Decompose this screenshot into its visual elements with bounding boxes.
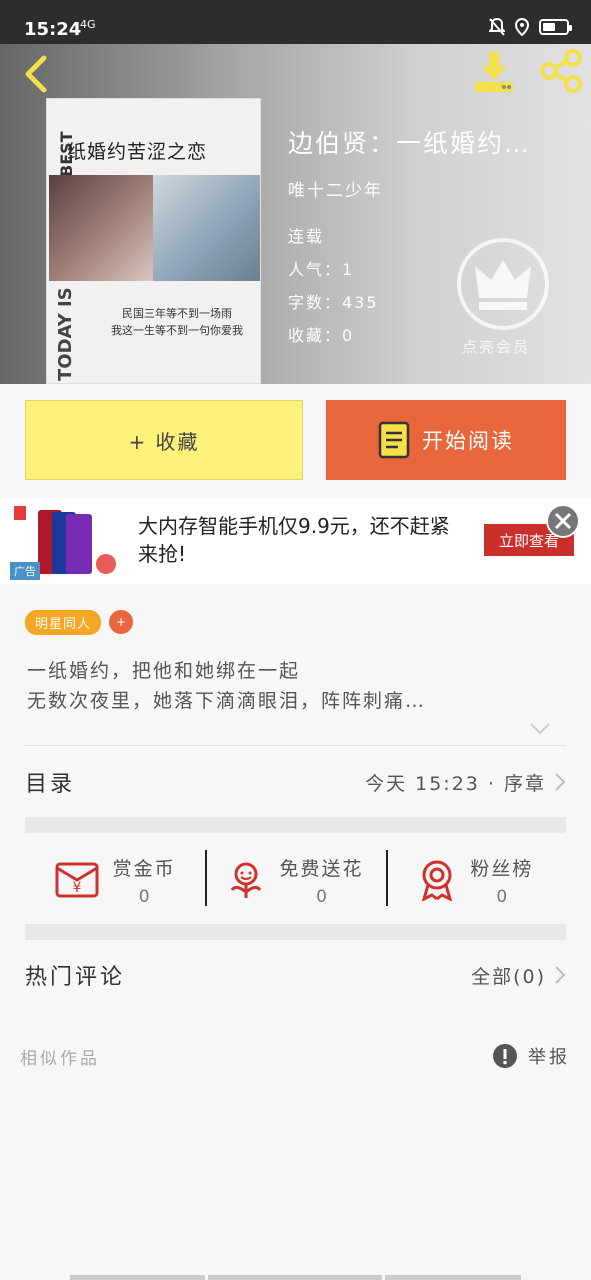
book-status: 连载 (288, 227, 325, 246)
comments-row[interactable]: 热门评论 全部(0) (25, 945, 566, 1005)
reward-stats: ¥ 赏金币 0 免费送花 0 粉丝榜 0 (25, 836, 566, 924)
toc-label: 目录 (25, 772, 76, 797)
book-info: 边伯贤：一纸婚约… 唯十二少年 连载 人气：1 字数：435 收藏：0 (288, 124, 578, 355)
stat-coins-name: 赏金币 (112, 857, 176, 880)
cover-photo-right (153, 175, 260, 281)
book-icon (378, 421, 410, 459)
ad-text: 大内存智能手机仅9.9元，还不赶紧来抢! (138, 514, 450, 566)
crown-icon[interactable] (455, 236, 551, 332)
start-reading-button[interactable]: 开始阅读 (326, 400, 566, 480)
battery-icon (539, 19, 572, 35)
download-icon[interactable] (471, 48, 517, 94)
stat-coins[interactable]: ¥ 赏金币 0 (25, 836, 205, 924)
cover-title: 纸婚约苦涩之恋 (67, 141, 208, 163)
share-icon[interactable] (539, 48, 583, 94)
book-header: BEST 纸婚约苦涩之恋 TODAY IS 民国三年等不到一场雨 我这一生等不到… (0, 44, 591, 384)
chevron-down-icon[interactable] (529, 722, 551, 736)
flower-icon (231, 862, 262, 898)
favorite-button[interactable]: + 收藏 (25, 400, 303, 480)
stat-fans-value: 0 (496, 886, 508, 907)
bell-off-icon (489, 18, 505, 36)
ad-banner[interactable]: 广告 大内存智能手机仅9.9元，还不赶紧来抢! 立即查看 (0, 498, 591, 584)
nav-hint (208, 1275, 382, 1280)
similar-works-label: 相似作品 (20, 1049, 100, 1069)
nav-hint (385, 1275, 521, 1280)
tag-list: 明星同人 + (25, 610, 134, 635)
stat-flowers[interactable]: 免费送花 0 (205, 836, 385, 924)
toc-latest-wrap: 今天 15:23 · 序章 (365, 769, 566, 796)
book-intro: 一纸婚约，把他和她绑在一起 无数次夜里，她落下滴滴眼泪，阵阵刺痛… (27, 660, 427, 712)
report-button[interactable]: 举报 (492, 1043, 570, 1069)
status-bar: 15:24 4G (0, 0, 591, 44)
comments-all-wrap: 全部(0) (471, 962, 566, 989)
location-icon (515, 18, 529, 36)
close-icon[interactable] (546, 504, 580, 538)
comments-all: 全部(0) (471, 965, 546, 988)
report-label: 举报 (528, 1047, 570, 1068)
alert-icon (493, 1044, 517, 1068)
add-tag-button[interactable]: + (109, 610, 134, 634)
cover-photo-left (49, 175, 153, 281)
header-actions (471, 48, 583, 94)
book-title: 边伯贤：一纸婚约… (288, 129, 532, 158)
toc-latest: 今天 15:23 · 序章 (365, 772, 546, 795)
toc-row[interactable]: 目录 今天 15:23 · 序章 (25, 752, 566, 812)
stat-fans[interactable]: 粉丝榜 0 (385, 836, 566, 924)
network-label: 4G (80, 18, 96, 31)
book-favorites: 收藏：0 (288, 326, 355, 345)
section-separator (25, 924, 566, 940)
stat-fans-name: 粉丝榜 (470, 857, 534, 880)
back-icon[interactable] (18, 54, 58, 94)
red-envelope-icon: ¥ (55, 862, 99, 898)
section-separator (25, 817, 566, 833)
action-bar: + 收藏 开始阅读 (0, 384, 591, 494)
svg-text:¥: ¥ (72, 880, 81, 896)
category-tag[interactable]: 明星同人 (25, 610, 102, 635)
cover-side-text-bottom: TODAY IS (55, 287, 76, 381)
book-cover: BEST 纸婚约苦涩之恋 TODAY IS 民国三年等不到一场雨 我这一生等不到… (46, 98, 261, 384)
stat-flowers-name: 免费送花 (279, 857, 364, 880)
status-icons (489, 18, 572, 36)
nav-hint (70, 1275, 205, 1280)
start-reading-label: 开始阅读 (422, 429, 514, 453)
status-time: 15:24 (24, 19, 82, 40)
cover-poem: 民国三年等不到一场雨 我这一生等不到一句你爱我 (111, 307, 243, 337)
divider (25, 745, 566, 746)
stat-coins-value: 0 (138, 886, 150, 907)
ad-tag: 广告 (10, 562, 40, 580)
vip-label[interactable]: 点亮会员 (462, 336, 530, 357)
book-author[interactable]: 唯十二少年 (288, 176, 578, 201)
chevron-right-icon (555, 966, 566, 984)
stat-flowers-value: 0 (316, 886, 327, 907)
medal-icon (422, 860, 453, 901)
chevron-right-icon (555, 773, 566, 791)
comments-label: 热门评论 (25, 965, 126, 990)
